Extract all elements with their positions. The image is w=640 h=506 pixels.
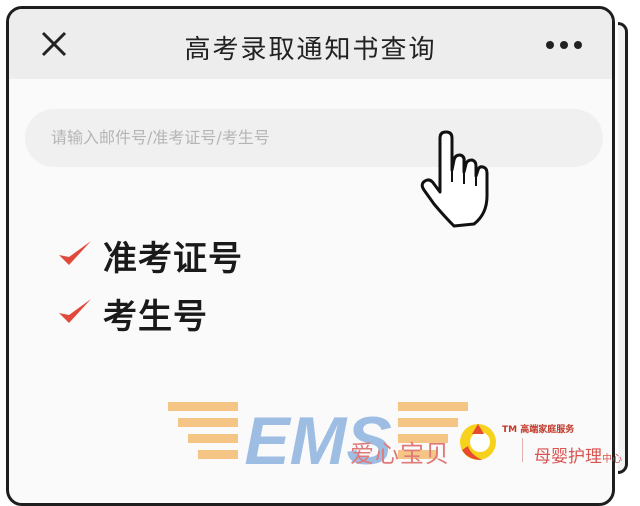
- pointing-hand-icon: [420, 130, 489, 228]
- divider: [522, 438, 523, 462]
- brand-logo-icon: [460, 424, 496, 460]
- checkmark-icon: [59, 241, 91, 265]
- navbar: 高考录取通知书查询: [9, 9, 612, 79]
- page-title: 高考录取通知书查询: [184, 35, 437, 65]
- checklist-label: 准考证号: [103, 239, 243, 279]
- search-input[interactable]: 请输入邮件号/准考证号/考生号: [25, 109, 603, 167]
- checkmark-icon: [59, 299, 91, 323]
- more-icon[interactable]: [542, 31, 586, 59]
- phone-side-edge: [618, 22, 628, 474]
- slogan: 母婴护理中心: [534, 442, 622, 467]
- brand-name: 爱心宝贝: [350, 440, 450, 468]
- slogan-suffix: 中心: [602, 454, 622, 465]
- trademark-text: TM 高端家庭服务: [502, 425, 575, 435]
- checklist-label: 考生号: [103, 297, 208, 337]
- search-placeholder: 请输入邮件号/准考证号/考生号: [51, 128, 270, 147]
- slogan-main: 母婴护理: [534, 447, 602, 467]
